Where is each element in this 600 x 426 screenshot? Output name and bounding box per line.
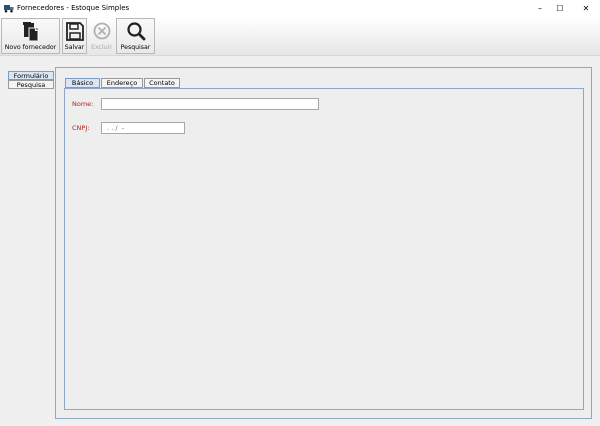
delete-label: Excluir	[91, 44, 112, 51]
tab-endereco-label: Endereço	[106, 79, 138, 87]
close-icon: ✕	[582, 4, 590, 13]
tab-contato[interactable]: Contato	[144, 78, 180, 88]
maximize-icon: ☐	[556, 4, 564, 13]
new-document-icon	[22, 22, 38, 42]
nome-input[interactable]	[101, 98, 319, 110]
tab-basico[interactable]: Básico	[65, 78, 100, 88]
tab-pesquisa-label: Pesquisa	[16, 81, 46, 89]
save-floppy-icon	[65, 22, 84, 41]
tab-formulario[interactable]: Formulário	[8, 71, 54, 80]
toolbar: Novo fornecedor Salvar Excluir Pesquisar	[0, 17, 600, 56]
delete-x-circle-icon	[93, 22, 110, 40]
tab-pesquisa[interactable]: Pesquisa	[8, 80, 54, 89]
search-button[interactable]: Pesquisar	[116, 18, 155, 54]
tab-endereco[interactable]: Endereço	[101, 78, 143, 88]
minimize-icon: –	[538, 4, 542, 13]
tab-basico-label: Básico	[71, 79, 94, 87]
close-button[interactable]: ✕	[573, 0, 599, 17]
window-title: Fornecedores - Estoque Simples	[17, 4, 130, 12]
search-magnifier-icon	[126, 22, 145, 41]
save-label: Salvar	[64, 44, 85, 51]
new-supplier-label: Novo fornecedor	[4, 44, 57, 51]
truck-icon	[4, 5, 14, 13]
nome-label: Nome:	[72, 100, 94, 108]
tab-contato-label: Contato	[149, 79, 175, 87]
basic-info-panel	[64, 88, 584, 410]
tab-formulario-label: Formulário	[13, 72, 49, 80]
title-bar: Fornecedores - Estoque Simples – ☐ ✕	[0, 0, 600, 17]
cnpj-input[interactable]	[101, 122, 185, 134]
maximize-button[interactable]: ☐	[547, 0, 573, 17]
cnpj-label: CNPJ:	[72, 124, 90, 132]
delete-button[interactable]: Excluir	[89, 18, 114, 54]
save-button[interactable]: Salvar	[62, 18, 87, 54]
search-label: Pesquisar	[120, 44, 151, 51]
new-supplier-button[interactable]: Novo fornecedor	[1, 18, 60, 54]
